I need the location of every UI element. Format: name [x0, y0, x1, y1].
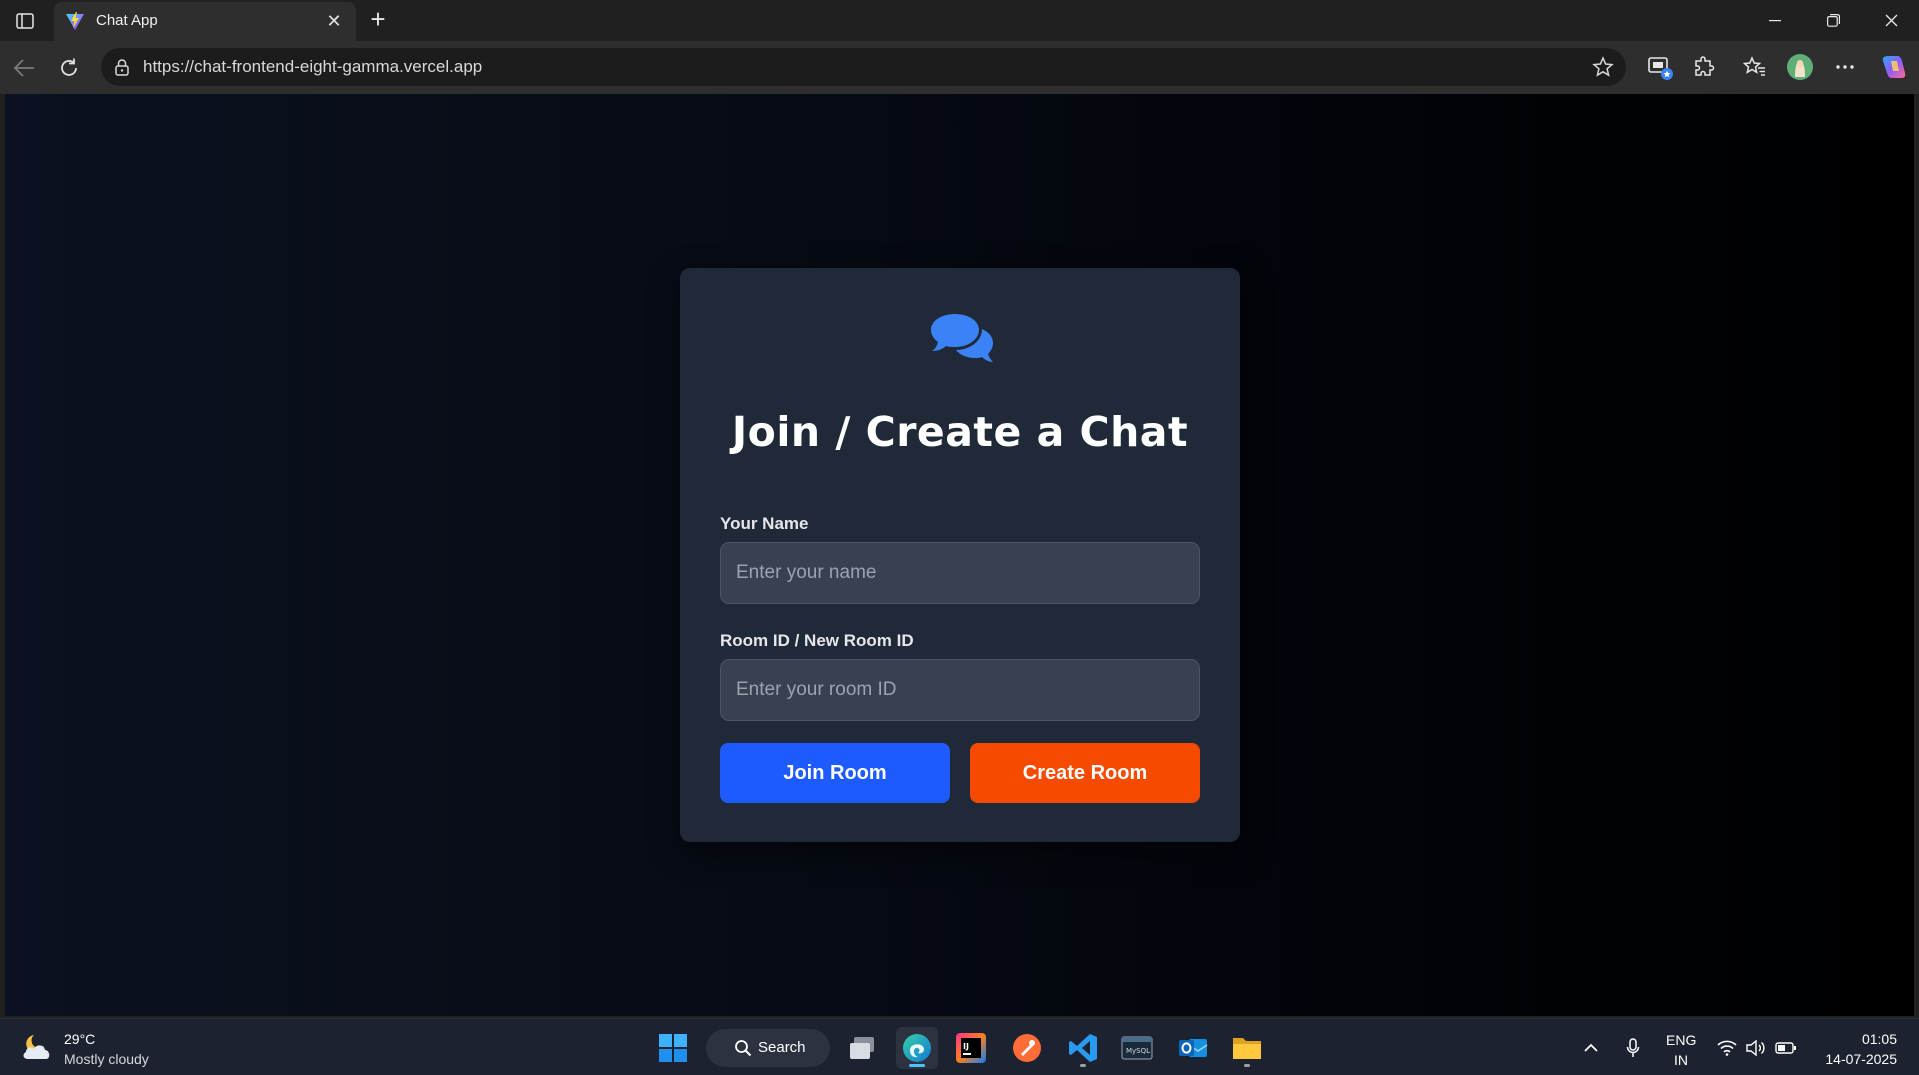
address-toolbar: https://chat-frontend-eight-gamma.vercel…	[0, 41, 1919, 94]
sidebar-layout-icon	[16, 13, 34, 29]
vscode-open-indicator	[1080, 1064, 1086, 1067]
star-icon[interactable]	[1592, 56, 1614, 78]
more-icon[interactable]	[1830, 52, 1860, 82]
page-title: Join / Create a Chat	[731, 408, 1189, 456]
edge-active-indicator	[909, 1064, 925, 1067]
page-viewport: Join / Create a Chat Your Name Room ID /…	[5, 94, 1914, 1016]
minimize-icon[interactable]	[1747, 0, 1803, 41]
room-id-input[interactable]	[720, 659, 1200, 721]
microphone-icon[interactable]	[1622, 1037, 1644, 1059]
name-label: Your Name	[720, 514, 809, 533]
clock-time: 01:05	[1861, 1031, 1897, 1047]
name-input[interactable]	[720, 542, 1200, 604]
favorites-icon[interactable]	[1740, 52, 1770, 82]
vscode-icon[interactable]	[1062, 1027, 1104, 1069]
room-label: Room ID / New Room ID	[720, 631, 914, 650]
refresh-button[interactable]	[53, 52, 85, 84]
tab-chat-app[interactable]: Chat App ✕	[54, 2, 356, 41]
collections-icon[interactable]	[1645, 52, 1675, 82]
url-text[interactable]: https://chat-frontend-eight-gamma.vercel…	[143, 57, 482, 77]
tab-title: Chat App	[96, 12, 158, 29]
intellij-icon[interactable]: IJ	[950, 1027, 992, 1069]
tab-bar: Chat App ✕ +	[0, 0, 1919, 41]
partly-cloudy-night-icon	[23, 1035, 50, 1059]
file-explorer-icon[interactable]	[1226, 1027, 1268, 1069]
address-bar[interactable]: https://chat-frontend-eight-gamma.vercel…	[101, 48, 1626, 86]
task-view-icon[interactable]	[842, 1027, 884, 1069]
chevron-up-icon[interactable]	[1580, 1037, 1602, 1059]
taskbar-search[interactable]: Search	[706, 1029, 830, 1067]
edge-icon[interactable]	[896, 1027, 938, 1069]
volume-icon[interactable]	[1745, 1037, 1767, 1059]
create-room-button[interactable]: Create Room	[970, 743, 1200, 803]
taskbar: 29°C Mostly cloudy Search IJ MySQL ENG I…	[0, 1018, 1919, 1075]
language-region: IN	[1674, 1052, 1688, 1068]
explorer-open-indicator	[1244, 1064, 1250, 1067]
lock-icon[interactable]	[113, 58, 131, 76]
vite-icon	[66, 12, 84, 30]
search-label: Search	[758, 1039, 806, 1056]
svg-text:IJ: IJ	[963, 1042, 969, 1051]
join-card: Join / Create a Chat Your Name Room ID /…	[680, 268, 1240, 842]
tab-actions-button[interactable]	[10, 8, 40, 34]
new-tab-button[interactable]: +	[364, 6, 392, 34]
chat-bubbles-icon	[931, 314, 993, 362]
search-icon	[735, 1040, 752, 1057]
clock-date: 14-07-2025	[1825, 1051, 1897, 1067]
window-close-icon[interactable]	[1863, 0, 1919, 41]
outlook-icon[interactable]	[1172, 1027, 1214, 1069]
tab-close-icon[interactable]: ✕	[324, 11, 344, 31]
weather-temperature: 29°C	[64, 1031, 96, 1047]
restore-icon[interactable]	[1805, 0, 1861, 41]
weather-description: Mostly cloudy	[64, 1051, 149, 1067]
back-button[interactable]	[8, 52, 40, 84]
svg-text:MySQL: MySQL	[1126, 1047, 1150, 1055]
profile-avatar[interactable]	[1785, 52, 1815, 82]
postman-icon[interactable]	[1006, 1027, 1048, 1069]
start-icon[interactable]	[652, 1027, 694, 1069]
wifi-icon[interactable]	[1716, 1037, 1738, 1059]
refresh-icon	[61, 58, 77, 76]
language-code: ENG	[1666, 1032, 1697, 1048]
browser-window: Chat App ✕ + https://chat-frontend-eight…	[0, 0, 1919, 1018]
battery-icon[interactable]	[1775, 1037, 1797, 1059]
join-room-button[interactable]: Join Room	[720, 743, 950, 803]
mysql-icon[interactable]: MySQL	[1116, 1027, 1158, 1069]
arrow-left-icon	[13, 59, 34, 77]
extensions-icon[interactable]	[1689, 52, 1719, 82]
copilot-icon[interactable]	[1879, 52, 1909, 82]
